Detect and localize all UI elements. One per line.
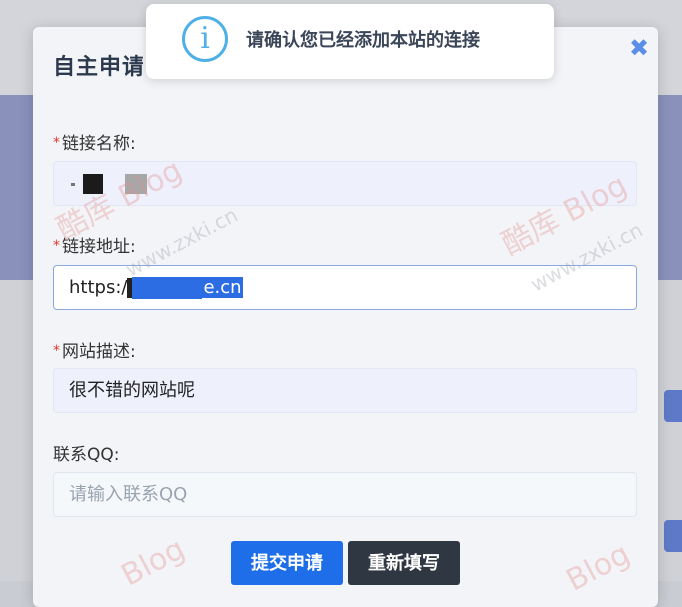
submit-button[interactable]: 提交申请 [231, 541, 343, 585]
redacted-text [83, 174, 103, 194]
link-name-label: * 链接名称: [53, 134, 136, 154]
modal-title: 自主申请 [53, 55, 143, 80]
link-name-input[interactable] [53, 161, 637, 206]
redacted-text [125, 174, 147, 194]
text-selection [132, 277, 203, 299]
background-button [664, 390, 682, 422]
required-mark: * [53, 135, 60, 151]
apply-link-modal: 自主申请 ✖ * 链接名称: * 链接地址: https:/e.cn * 网站描述: … [33, 27, 658, 607]
info-toast: i 请确认您已经添加本站的连接 [146, 4, 554, 79]
background-button [664, 520, 682, 552]
close-icon[interactable]: ✖ [628, 36, 650, 60]
link-url-label: * 链接地址: [53, 237, 136, 257]
reset-button[interactable]: 重新填写 [348, 541, 460, 585]
toast-message: 请确认您已经添加本站的连接 [246, 30, 480, 51]
contact-qq-label: 联系QQ: [53, 445, 120, 465]
site-desc-input[interactable]: 很不错的网站呢 [53, 368, 637, 413]
contact-qq-input[interactable]: 请输入联系QQ [53, 472, 637, 517]
redacted-text [71, 182, 75, 186]
info-icon: i [182, 16, 228, 62]
required-mark: * [53, 343, 60, 359]
required-mark: * [53, 238, 60, 254]
link-url-input[interactable]: https:/e.cn [53, 265, 637, 310]
site-desc-label: * 网站描述: [53, 342, 136, 362]
